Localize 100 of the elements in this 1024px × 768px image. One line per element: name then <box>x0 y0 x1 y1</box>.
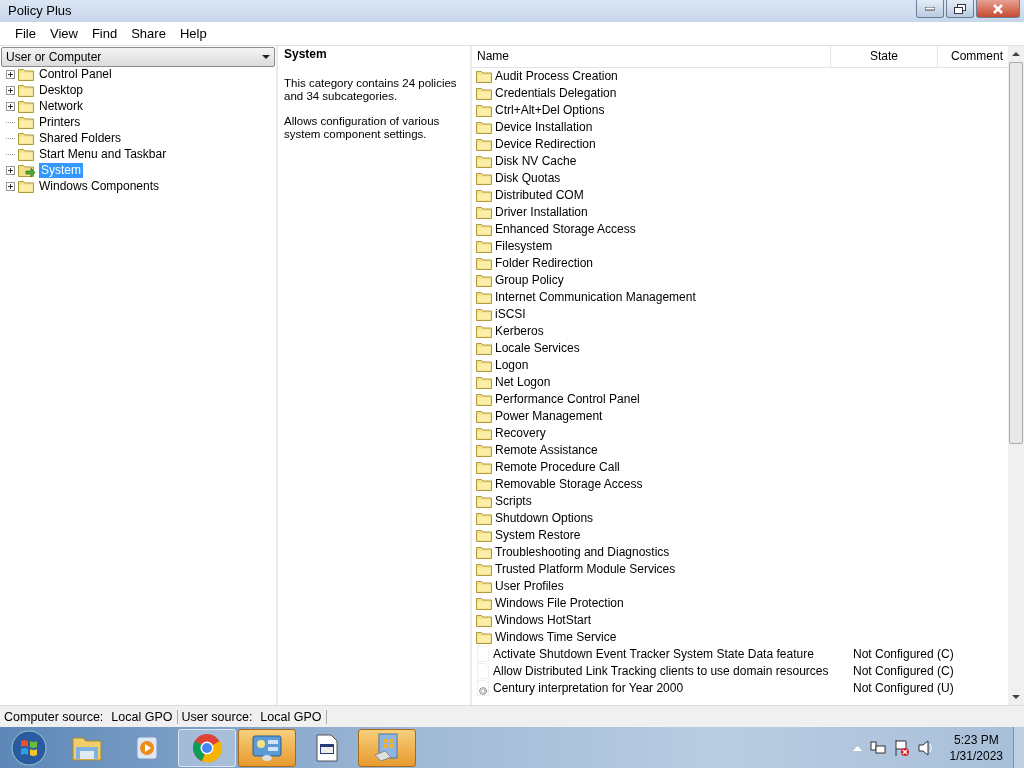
folder-icon <box>476 290 492 304</box>
restore-icon <box>954 3 966 14</box>
folder-icon <box>476 154 492 168</box>
table-cell[interactable]: Net Logon <box>495 375 855 390</box>
clock-date: 1/31/2023 <box>949 747 1003 764</box>
details-summary: This category contains 24 policies and 34 subcategories. <box>284 76 458 103</box>
flag-icon[interactable] <box>893 738 910 757</box>
table-cell[interactable]: User Profiles <box>495 579 855 594</box>
table-cell[interactable]: iSCSI <box>495 307 855 322</box>
table-cell[interactable]: Removable Storage Access <box>495 477 855 492</box>
menu-item[interactable]: Find <box>84 25 125 41</box>
menu-item[interactable]: Share <box>124 25 173 41</box>
table-cell: Not Configured (U) <box>853 681 954 696</box>
folder-icon <box>476 613 492 627</box>
menu-item[interactable]: Help <box>172 25 214 41</box>
folder-icon <box>476 579 492 593</box>
folder-icon <box>476 307 492 321</box>
table-cell[interactable]: Windows File Protection <box>495 596 855 611</box>
table-cell[interactable]: Scripts <box>495 494 855 509</box>
folder-icon <box>476 596 492 610</box>
table-cell[interactable]: Remote Procedure Call <box>495 460 855 475</box>
table-cell[interactable]: Group Policy <box>495 273 855 288</box>
dropdown-value: User or Computer <box>6 49 102 64</box>
folder-icon <box>476 205 492 219</box>
folder-icon <box>476 562 492 576</box>
table-cell[interactable]: Disk Quotas <box>495 171 855 186</box>
table-cell[interactable]: Remote Assistance <box>495 443 855 458</box>
menu-item[interactable]: File <box>8 25 43 41</box>
table-cell[interactable]: Windows HotStart <box>495 613 855 628</box>
table-cell[interactable]: Shutdown Options <box>495 511 855 526</box>
control-panel-icon <box>252 733 282 762</box>
table-cell[interactable]: Locale Services <box>495 341 855 356</box>
table-cell[interactable]: Disk NV Cache <box>495 154 855 169</box>
installer-icon <box>373 732 401 763</box>
folder-icon <box>72 734 102 761</box>
table-cell[interactable]: Logon <box>495 358 855 373</box>
folder-icon <box>476 630 492 644</box>
document-icon <box>476 646 490 663</box>
expand-icon[interactable] <box>6 101 15 111</box>
restore-button[interactable] <box>946 0 974 18</box>
menu-item[interactable]: View <box>42 25 85 41</box>
table-cell[interactable]: System Restore <box>495 528 855 543</box>
speaker-icon[interactable] <box>917 739 934 756</box>
folder-icon <box>476 103 492 117</box>
table-cell[interactable]: Filesystem <box>495 239 855 254</box>
table-cell[interactable]: Trusted Platform Module Services <box>495 562 855 577</box>
table-cell[interactable]: Audit Process Creation <box>495 69 855 84</box>
table-cell[interactable]: Performance Control Panel <box>495 392 855 407</box>
folder-icon <box>18 148 34 162</box>
table-cell[interactable]: Allow Distributed Link Tracking clients to use domain resources <box>493 664 853 679</box>
network-icon[interactable] <box>869 739 886 756</box>
gear-icon <box>476 680 490 697</box>
expand-icon[interactable] <box>6 165 15 175</box>
folder-icon <box>476 494 492 508</box>
tree-item[interactable]: Windows Components <box>37 179 162 195</box>
table-cell[interactable]: Century interpretation for Year 2000 <box>493 681 853 696</box>
close-button[interactable] <box>976 0 1020 18</box>
table-cell[interactable]: Troubleshooting and Diagnostics <box>495 545 855 560</box>
column-header[interactable]: Comment <box>938 45 1008 67</box>
scrollbar-thumb[interactable] <box>1009 61 1023 444</box>
folder-icon <box>476 460 492 474</box>
folder-icon <box>476 375 492 389</box>
expand-icon[interactable] <box>6 69 15 79</box>
tree-item[interactable]: Desktop <box>37 83 86 99</box>
close-icon <box>992 3 1004 14</box>
table-cell[interactable]: Recovery <box>495 426 855 441</box>
table-cell[interactable]: Distributed COM <box>495 188 855 203</box>
tree-item[interactable]: Network <box>37 99 85 115</box>
column-header[interactable]: State <box>831 45 938 67</box>
document-window-icon <box>315 733 339 762</box>
table-cell[interactable]: Credentials Delegation <box>495 86 855 101</box>
tree-item[interactable]: Printers <box>37 115 83 131</box>
expand-icon[interactable] <box>6 181 15 191</box>
table-cell[interactable]: Device Installation <box>495 120 855 135</box>
tree-item[interactable]: Shared Folders <box>37 131 124 147</box>
table-cell[interactable]: Ctrl+Alt+Del Options <box>495 103 855 118</box>
folder-icon <box>476 171 492 185</box>
table-cell[interactable]: Kerberos <box>495 324 855 339</box>
table-cell[interactable]: Power Management <box>495 409 855 424</box>
folder-icon <box>476 341 492 355</box>
table-cell[interactable]: Enhanced Storage Access <box>495 222 855 237</box>
tree-item[interactable]: Control Panel <box>37 67 114 83</box>
folder-icon <box>476 443 492 457</box>
table-cell[interactable]: Device Redirection <box>495 137 855 152</box>
folder-icon <box>476 120 492 134</box>
table-cell[interactable]: Activate Shutdown Event Tracker System State Data feature <box>493 647 853 662</box>
status-label: User source: <box>180 709 254 724</box>
table-cell[interactable]: Windows Time Service <box>495 630 855 645</box>
table-cell[interactable]: Driver Installation <box>495 205 855 220</box>
tree-item[interactable]: Start Menu and Taskbar <box>37 147 169 163</box>
folder-icon <box>476 137 492 151</box>
scope-dropdown[interactable]: User or Computer <box>1 46 275 67</box>
column-header[interactable]: Name <box>472 45 831 67</box>
folder-icon <box>18 132 34 146</box>
details-title: System <box>284 46 328 61</box>
table-cell[interactable]: Folder Redirection <box>495 256 855 271</box>
table-cell[interactable]: Internet Communication Management <box>495 290 855 305</box>
expand-icon[interactable] <box>6 85 15 95</box>
window-title: Policy Plus <box>8 3 73 19</box>
start-button[interactable] <box>11 729 47 766</box>
